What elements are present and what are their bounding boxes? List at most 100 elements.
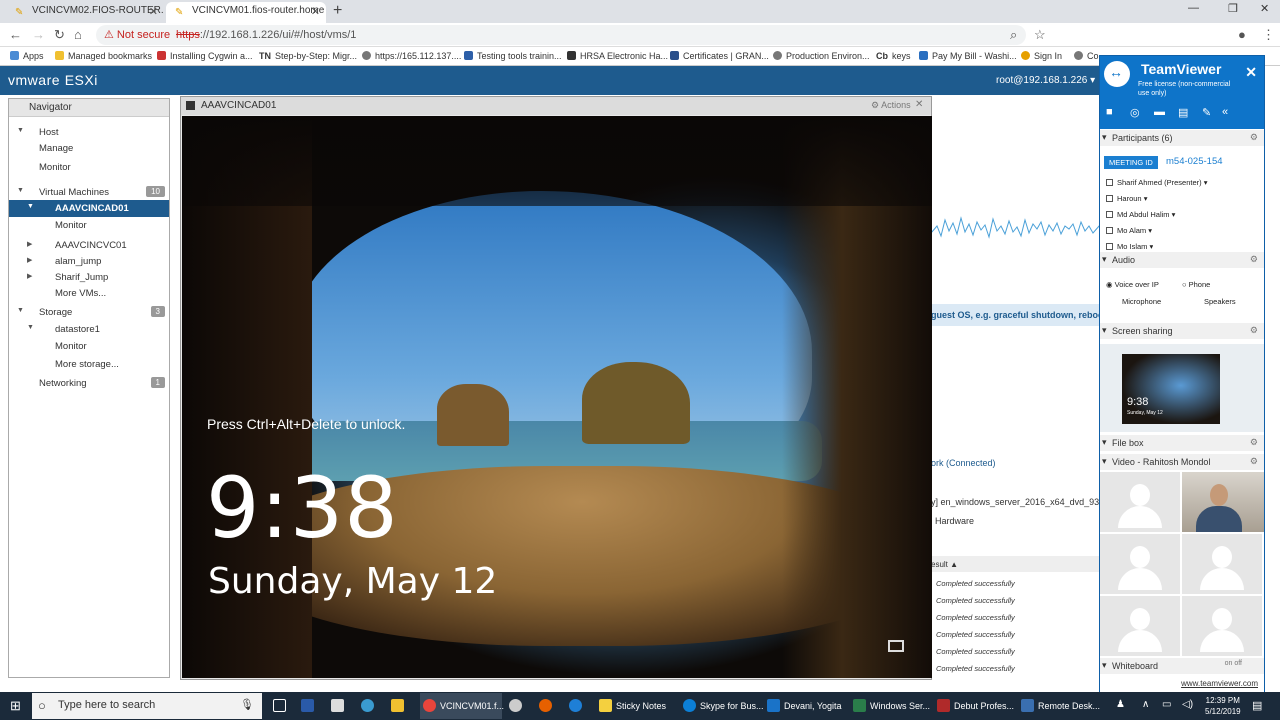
- gear-icon[interactable]: ⚙: [1250, 456, 1258, 467]
- tab-close-icon[interactable]: ✕: [311, 5, 320, 18]
- app-icon[interactable]: [506, 693, 530, 719]
- nav-networking[interactable]: Networking 1: [9, 375, 169, 392]
- user-menu[interactable]: root@192.168.1.226 ▾: [996, 75, 1095, 86]
- bookmark-production[interactable]: Production Environ...: [773, 51, 870, 61]
- taskbar-remote-desktop[interactable]: Remote Desk...: [1018, 693, 1100, 719]
- nav-virtual-machines[interactable]: ▼ Virtual Machines 10: [9, 184, 169, 201]
- browser-tab-vcincvm01[interactable]: ✎ VCINCVM01.fios-router.home - V ✕: [166, 2, 326, 23]
- file-box-section-header[interactable]: File box⚙: [1100, 435, 1264, 451]
- nav-more-vms[interactable]: More VMs...: [9, 285, 169, 302]
- nav-vm-monitor[interactable]: Monitor: [9, 217, 169, 234]
- zoom-icon[interactable]: ⌕: [1010, 27, 1017, 43]
- nav-storage[interactable]: ▼ Storage 3: [9, 304, 169, 321]
- gear-icon[interactable]: ⚙: [1250, 132, 1258, 143]
- nav-vm-sharif-jump[interactable]: ▶ Sharif_Jump: [9, 269, 169, 286]
- video-camera-icon[interactable]: ■: [1106, 106, 1113, 118]
- powershell-icon[interactable]: [298, 693, 322, 719]
- bookmark-ip[interactable]: https://165.112.137....: [362, 51, 461, 61]
- new-tab-icon[interactable]: +: [333, 2, 342, 20]
- nav-datastore-monitor[interactable]: Monitor: [9, 338, 169, 355]
- close-window-icon[interactable]: ✕: [1260, 2, 1269, 15]
- microphone-icon[interactable]: 🎙: [240, 698, 254, 711]
- participant-row[interactable]: Haroun ▾: [1106, 194, 1147, 203]
- reload-icon[interactable]: ↻: [54, 27, 65, 43]
- home-icon[interactable]: ⌂: [74, 27, 82, 42]
- back-icon[interactable]: ←: [9, 27, 22, 42]
- minimize-icon[interactable]: —: [1188, 2, 1199, 14]
- nav-vm-aaavcincvc01[interactable]: ▶ AAAVCINCVC01: [9, 237, 169, 254]
- bookmark-apps[interactable]: Apps: [10, 51, 44, 61]
- participants-section-header[interactable]: Participants (6)⚙: [1100, 130, 1264, 146]
- expand-icon[interactable]: ▼: [17, 127, 24, 134]
- tray-chevron-icon[interactable]: ∧: [1142, 699, 1149, 710]
- bookmark-hrsa[interactable]: HRSA Electronic Ha...: [567, 51, 668, 61]
- participant-row[interactable]: Md Abdul Halim ▾: [1106, 210, 1175, 219]
- bookmark-keys[interactable]: Cb keys: [876, 51, 911, 61]
- notifications-icon[interactable]: ▤: [1252, 699, 1262, 712]
- taskbar-sticky-notes[interactable]: Sticky Notes: [596, 693, 674, 719]
- nav-host[interactable]: ▼ Host: [9, 124, 169, 141]
- taskbar-search-box[interactable]: ○ Type here to search 🎙: [32, 693, 262, 719]
- firefox-icon[interactable]: [536, 693, 560, 719]
- tab-close-icon[interactable]: ✕: [149, 5, 158, 18]
- expand-icon[interactable]: ▼: [17, 307, 24, 314]
- whiteboard-toggle[interactable]: on off: [1225, 660, 1242, 667]
- expand-icon[interactable]: ▶: [27, 272, 32, 280]
- headset-icon[interactable]: ◎: [1130, 106, 1140, 119]
- bookmark-sign-in[interactable]: Sign In: [1021, 51, 1062, 61]
- participant-row[interactable]: Mo Alam ▾: [1106, 226, 1152, 235]
- people-icon[interactable]: ♟: [1116, 699, 1125, 710]
- bookmark-testing-tools[interactable]: Testing tools trainin...: [464, 51, 562, 61]
- bookmark-co[interactable]: Co: [1074, 51, 1099, 61]
- expand-icon[interactable]: ▶: [27, 240, 32, 248]
- taskbar-outlook[interactable]: Devani, Yogita: [764, 693, 848, 719]
- chat-icon[interactable]: ▬: [1154, 106, 1165, 118]
- nav-host-monitor[interactable]: Monitor: [9, 159, 169, 176]
- bookmark-certificates[interactable]: Certificates | GRAN...: [670, 51, 769, 61]
- bookmark-star-icon[interactable]: ☆: [1034, 27, 1046, 43]
- chrome-menu-icon[interactable]: ⋮: [1262, 27, 1275, 43]
- console-actions-menu[interactable]: ⚙ Actions: [871, 100, 911, 111]
- network-icon[interactable]: ▭: [1162, 699, 1171, 710]
- files-icon[interactable]: ▤: [1178, 106, 1188, 119]
- system-clock[interactable]: 12:39 PM 5/12/2019: [1205, 695, 1241, 717]
- expand-icon[interactable]: ▼: [27, 203, 34, 210]
- windows-start-icon[interactable]: ⊞: [10, 699, 24, 713]
- tools-icon[interactable]: ✎: [1202, 106, 1211, 119]
- volume-icon[interactable]: ◁): [1182, 699, 1193, 710]
- nav-host-manage[interactable]: Manage: [9, 140, 169, 157]
- expand-icon[interactable]: ▼: [27, 324, 34, 331]
- omnibox[interactable]: ⚠ Not secure https://192.168.1.226/ui/#/…: [96, 25, 1026, 45]
- not-secure-indicator[interactable]: ⚠ Not secure: [104, 28, 170, 41]
- url-text[interactable]: https://192.168.1.226/ui/#/host/vms/1: [176, 29, 356, 41]
- console-screen[interactable]: Press Ctrl+Alt+Delete to unlock. 9:38 Su…: [182, 116, 932, 678]
- browser-tab-vcincvm02[interactable]: ✎ VCINCVM02.FIOS-ROUTER.HOM ✕: [6, 2, 164, 23]
- forward-icon[interactable]: →: [32, 27, 45, 42]
- screen-sharing-section-header[interactable]: Screen sharing⚙: [1100, 323, 1264, 339]
- gear-icon[interactable]: ⚙: [1250, 254, 1258, 265]
- file-explorer-icon[interactable]: [388, 693, 412, 719]
- video-section-header[interactable]: Video - Rahitosh Mondol⚙: [1100, 454, 1264, 470]
- app-icon[interactable]: [358, 693, 382, 719]
- taskbar-chrome[interactable]: VCINCVM01.f...: [420, 693, 504, 719]
- taskbar-skype[interactable]: Skype for Bus...: [680, 693, 764, 719]
- result-column-header[interactable]: esult ▲: [931, 560, 958, 569]
- meeting-id[interactable]: m54-025-154: [1166, 156, 1223, 167]
- bookmark-pay-my-bill[interactable]: Pay My Bill - Washi...: [919, 51, 1017, 61]
- nav-vm-alam-jump[interactable]: ▶ alam_jump: [9, 253, 169, 270]
- taskbar-debut[interactable]: Debut Profes...: [934, 693, 1014, 719]
- expand-icon[interactable]: ▶: [27, 256, 32, 264]
- participant-row[interactable]: Mo Islam ▾: [1106, 242, 1153, 250]
- audio-section-header[interactable]: Audio⚙: [1100, 252, 1264, 268]
- console-close-icon[interactable]: ✕: [915, 99, 923, 110]
- store-icon[interactable]: [328, 693, 352, 719]
- phone-radio[interactable]: ○ Phone: [1182, 280, 1210, 289]
- screen-sharing-thumbnail[interactable]: 9:38 Sunday, May 12: [1100, 344, 1264, 432]
- gear-icon[interactable]: ⚙: [1250, 437, 1258, 448]
- participant-row[interactable]: Sharif Ahmed (Presenter) ▾: [1106, 178, 1207, 187]
- taskbar-windows-server[interactable]: Windows Ser...: [850, 693, 930, 719]
- restore-icon[interactable]: ❐: [1228, 2, 1238, 15]
- edge-icon[interactable]: [566, 693, 590, 719]
- network-monitor-icon[interactable]: [888, 640, 904, 652]
- collapse-icon[interactable]: «: [1222, 106, 1228, 118]
